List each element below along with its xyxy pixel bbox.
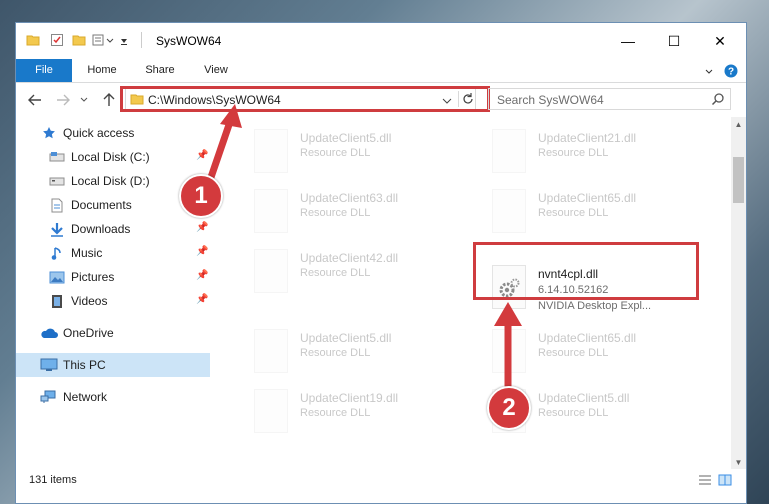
arrow-1-head: [220, 104, 242, 128]
annotation-arrows: [204, 104, 522, 398]
arrow-1-shaft: [204, 114, 236, 188]
step-marker-2: 2: [487, 386, 531, 430]
arrow-2-head: [494, 302, 522, 326]
step-marker-1: 1: [179, 174, 223, 218]
